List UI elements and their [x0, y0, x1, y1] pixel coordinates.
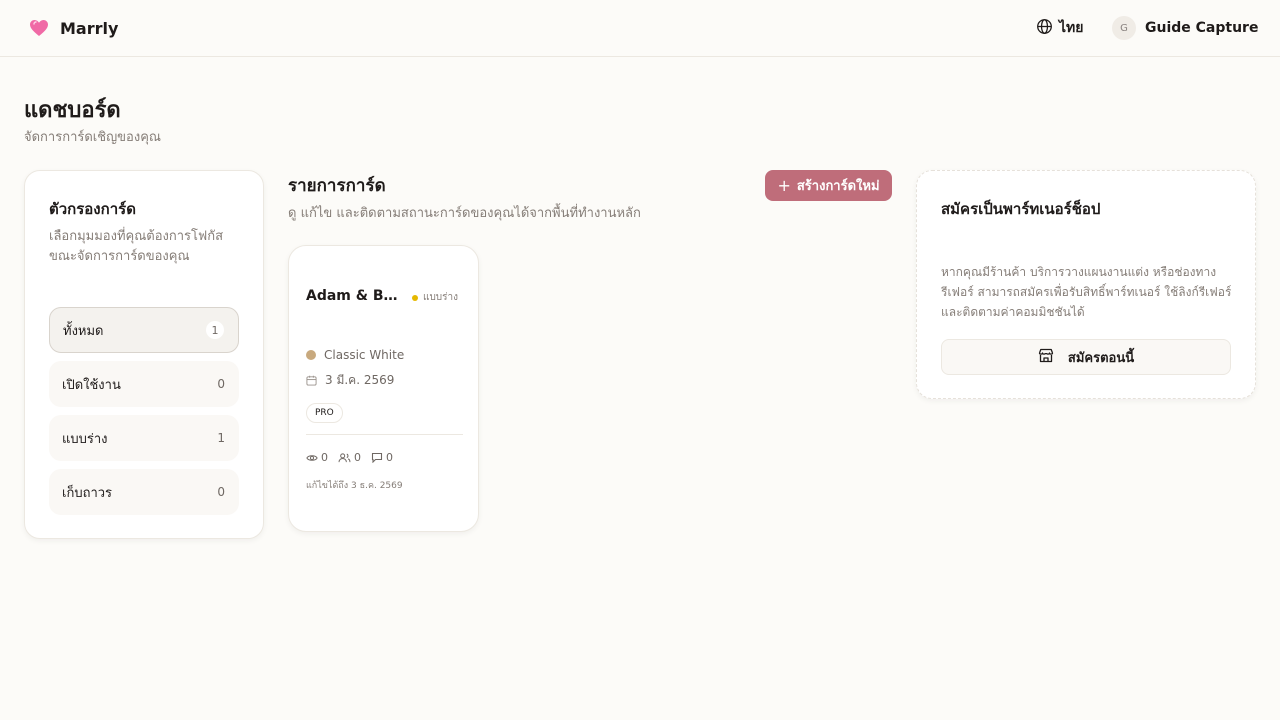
- create-card-label: สร้างการ์ดใหม่: [796, 179, 880, 194]
- edited-note: แก้ไขได้ถึง 3 ธ.ค. 2569: [306, 481, 403, 491]
- filter-item-draft[interactable]: แบบร่าง 1: [49, 415, 239, 461]
- filter-item-label: ทั้งหมด: [63, 323, 104, 339]
- card-divider: [306, 434, 463, 435]
- store-icon: [1038, 348, 1054, 367]
- user-name: Guide Capture: [1145, 20, 1259, 36]
- theme-name: Classic White: [324, 348, 405, 362]
- pro-badge: PRO: [306, 403, 343, 423]
- views-stat: 0: [306, 448, 328, 467]
- page-title: แดชบอร์ด: [24, 98, 121, 123]
- partner-signup-panel: สมัครเป็นพาร์ทเนอร์ช็อป หากคุณมีร้านค้า …: [916, 170, 1256, 399]
- guests-stat: 0: [338, 448, 361, 467]
- apply-partner-label: สมัครตอนนี้: [1067, 350, 1135, 366]
- status-badge: แบบร่าง: [412, 290, 458, 305]
- filter-item-active[interactable]: เปิดใช้งาน 0: [49, 361, 239, 407]
- filter-item-label: แบบร่าง: [62, 431, 108, 447]
- card-stats: 0 0 0: [306, 448, 403, 467]
- status-text: แบบร่าง: [423, 292, 459, 303]
- user-menu[interactable]: G Guide Capture: [1112, 15, 1258, 41]
- theme-swatch: [306, 350, 316, 360]
- guests-count: 0: [354, 451, 361, 464]
- users-icon: [338, 448, 351, 467]
- card-name: Adam & Bel...: [306, 288, 406, 304]
- card-theme: Classic White: [306, 348, 404, 362]
- page-subtitle: จัดการการ์ดเชิญของคุณ: [24, 130, 161, 145]
- views-count: 0: [321, 451, 328, 464]
- brand-name: Marrly: [60, 18, 119, 38]
- card-filter-panel: ตัวกรองการ์ด เลือกมุมมองที่คุณต้องการโฟก…: [24, 170, 264, 539]
- comment-icon: [371, 448, 383, 467]
- partner-panel-title: สมัครเป็นพาร์ทเนอร์ช็อป: [941, 200, 1101, 218]
- eye-icon: [306, 448, 318, 467]
- filter-panel-title: ตัวกรองการ์ด: [49, 200, 136, 218]
- filter-panel-description: เลือกมุมมองที่คุณต้องการโฟกัสขณะจัดการกา…: [49, 229, 224, 264]
- filter-item-count: 1: [206, 321, 224, 339]
- filter-item-archived[interactable]: เก็บถาวร 0: [49, 469, 239, 515]
- heart-logo-icon: [28, 17, 50, 39]
- language-switcher[interactable]: ไทย: [1036, 16, 1083, 40]
- filter-item-label: เปิดใช้งาน: [62, 377, 121, 393]
- filter-item-count: 1: [217, 431, 225, 445]
- filter-item-label: เก็บถาวร: [62, 485, 113, 501]
- language-label: ไทย: [1059, 20, 1084, 36]
- apply-partner-button[interactable]: สมัครตอนนี้: [941, 339, 1231, 375]
- event-date: 3 มี.ค. 2569: [325, 373, 395, 387]
- invitation-card[interactable]: Adam & Bel... แบบร่าง Classic White 3 มี…: [288, 245, 479, 532]
- filter-item-count: 0: [217, 485, 225, 499]
- card-list-description: ดู แก้ไข และติดตามสถานะการ์ดของคุณได้จาก…: [288, 206, 641, 221]
- top-bar: Marrly ไทย G Guide Capture: [0, 0, 1280, 57]
- filter-item-count: 0: [217, 377, 225, 391]
- comments-stat: 0: [371, 448, 393, 467]
- globe-icon: [1036, 18, 1053, 39]
- calendar-icon: [306, 371, 317, 390]
- filter-item-all[interactable]: ทั้งหมด 1: [49, 307, 239, 353]
- avatar: G: [1112, 16, 1136, 40]
- partner-panel-description: หากคุณมีร้านค้า บริการวางแผนงานแต่ง หรือ…: [941, 265, 1232, 319]
- card-date: 3 มี.ค. 2569: [306, 371, 394, 390]
- comments-count: 0: [386, 451, 393, 464]
- create-card-button[interactable]: + สร้างการ์ดใหม่: [765, 170, 892, 201]
- card-list-title: รายการการ์ด: [288, 176, 386, 196]
- plus-icon: +: [777, 176, 791, 195]
- brand-logo-link[interactable]: Marrly: [28, 16, 118, 40]
- draft-status-dot: [412, 294, 418, 301]
